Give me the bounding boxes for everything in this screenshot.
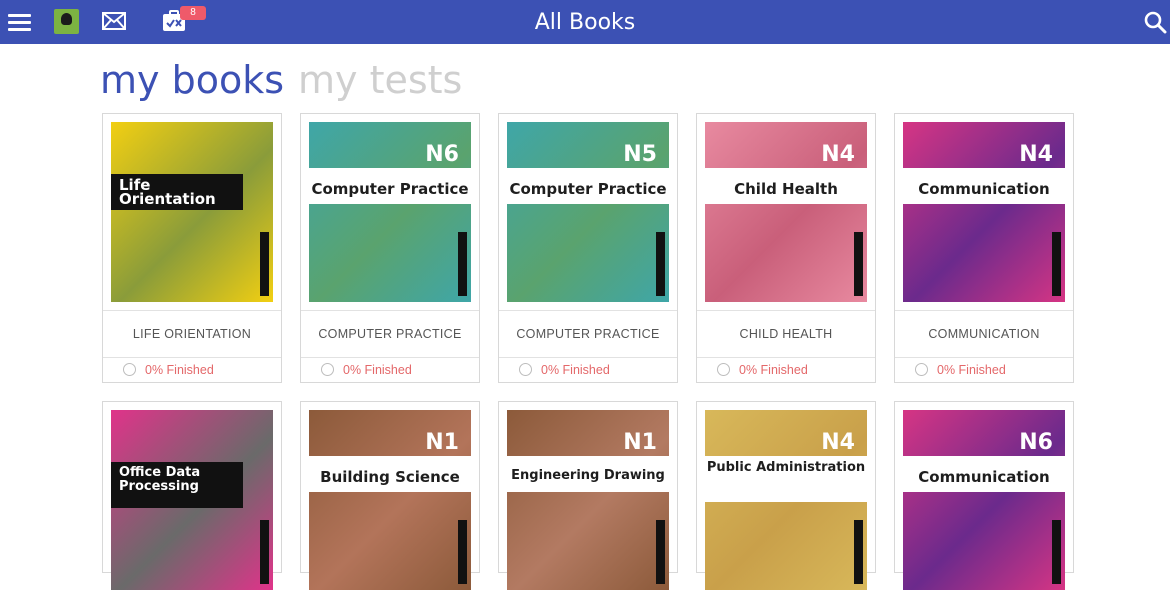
top-bar: 8 All Books [0, 0, 1170, 44]
tab-my-books[interactable]: my books [100, 58, 284, 102]
book-card[interactable]: Public Administration N4 [696, 401, 876, 590]
progress-status: 0% Finished [541, 363, 610, 377]
book-cover-image[interactable]: Child Health N4 [705, 122, 867, 302]
book-name: COMMUNICATION [928, 327, 1040, 341]
book-card[interactable]: Life Orientation LIFE ORIENTATION 0% Finis… [102, 113, 282, 383]
progress-circle-icon [321, 363, 334, 376]
progress-status: 0% Finished [343, 363, 412, 377]
card-divider [301, 310, 479, 311]
book-level-label: N1 [425, 430, 459, 455]
tab-my-tests[interactable]: my tests [298, 58, 462, 102]
book-cover-image[interactable]: Computer Practice N6 [309, 122, 471, 302]
book-cover-title: Public Administration [706, 460, 866, 475]
book-cover-image[interactable]: Communication N4 [903, 122, 1065, 302]
book-cover-title: Office Data Processing [119, 465, 201, 494]
book-card[interactable]: Child Health N4 CHILD HEALTH 0% Finished [696, 113, 876, 383]
book-name: COMPUTER PRACTICE [516, 327, 660, 341]
book-cover-image[interactable]: Public Administration N4 [705, 410, 867, 590]
book-level-label: N4 [821, 430, 855, 455]
progress-circle-icon [915, 363, 928, 376]
series-spine-mark [1052, 520, 1061, 584]
book-level-label: N6 [1019, 430, 1053, 455]
book-cover-image[interactable]: Life Orientation [111, 122, 273, 302]
book-cover-title: Communication [918, 468, 1050, 486]
card-divider [103, 310, 281, 311]
card-divider [103, 357, 281, 358]
book-cover-title: Computer Practice [509, 180, 667, 198]
book-card[interactable]: Office Data Processing [102, 401, 282, 590]
series-spine-mark [458, 232, 467, 296]
progress-status: 0% Finished [145, 363, 214, 377]
book-level-label: N6 [425, 142, 459, 167]
card-divider [697, 357, 875, 358]
book-level-label: N4 [1019, 142, 1053, 167]
series-spine-mark [656, 520, 665, 584]
book-card[interactable]: Engineering Drawing N1 [498, 401, 678, 590]
progress-circle-icon [519, 363, 532, 376]
series-spine-mark [1052, 232, 1061, 296]
book-cover-title: Building Science [320, 468, 460, 486]
series-spine-mark [854, 520, 863, 584]
book-cover-image[interactable]: Building Science N1 [309, 410, 471, 590]
progress-circle-icon [123, 363, 136, 376]
card-divider [301, 357, 479, 358]
series-spine-mark [854, 232, 863, 296]
series-spine-mark [656, 232, 665, 296]
series-spine-mark [260, 520, 269, 584]
card-divider [895, 310, 1073, 311]
book-cover-title: Communication [918, 180, 1050, 198]
book-cover-image[interactable]: Communication N6 [903, 410, 1065, 590]
book-cover-title: Life Orientation [119, 176, 216, 208]
book-level-label: N1 [623, 430, 657, 455]
book-cover-title: Child Health [734, 180, 838, 198]
progress-status: 0% Finished [739, 363, 808, 377]
book-card[interactable]: Building Science N1 [300, 401, 480, 590]
card-divider [499, 357, 677, 358]
book-cover-image[interactable]: Engineering Drawing N1 [507, 410, 669, 590]
search-icon[interactable] [1143, 10, 1167, 34]
book-cover-image[interactable]: Office Data Processing [111, 410, 273, 590]
series-spine-mark [260, 232, 269, 296]
progress-status: 0% Finished [937, 363, 1006, 377]
book-level-label: N4 [821, 142, 855, 167]
book-cover-title: Computer Practice [311, 180, 469, 198]
book-level-label: N5 [623, 142, 657, 167]
book-card[interactable]: Communication N6 [894, 401, 1074, 590]
series-spine-mark [458, 520, 467, 584]
book-name: CHILD HEALTH [739, 327, 833, 341]
book-cover-title: Engineering Drawing [511, 468, 665, 483]
progress-circle-icon [717, 363, 730, 376]
card-divider [895, 357, 1073, 358]
page-title: All Books [534, 10, 636, 35]
book-name: COMPUTER PRACTICE [318, 327, 462, 341]
book-card[interactable]: Communication N4 COMMUNICATION 0% Finished [894, 113, 1074, 383]
book-card[interactable]: Computer Practice N6 COMPUTER PRACTICE 0% F… [300, 113, 480, 383]
card-divider [499, 310, 677, 311]
card-divider [697, 310, 875, 311]
book-cover-image[interactable]: Computer Practice N5 [507, 122, 669, 302]
book-name: LIFE ORIENTATION [132, 327, 252, 341]
book-card[interactable]: Computer Practice N5 COMPUTER PRACTICE 0% F… [498, 113, 678, 383]
